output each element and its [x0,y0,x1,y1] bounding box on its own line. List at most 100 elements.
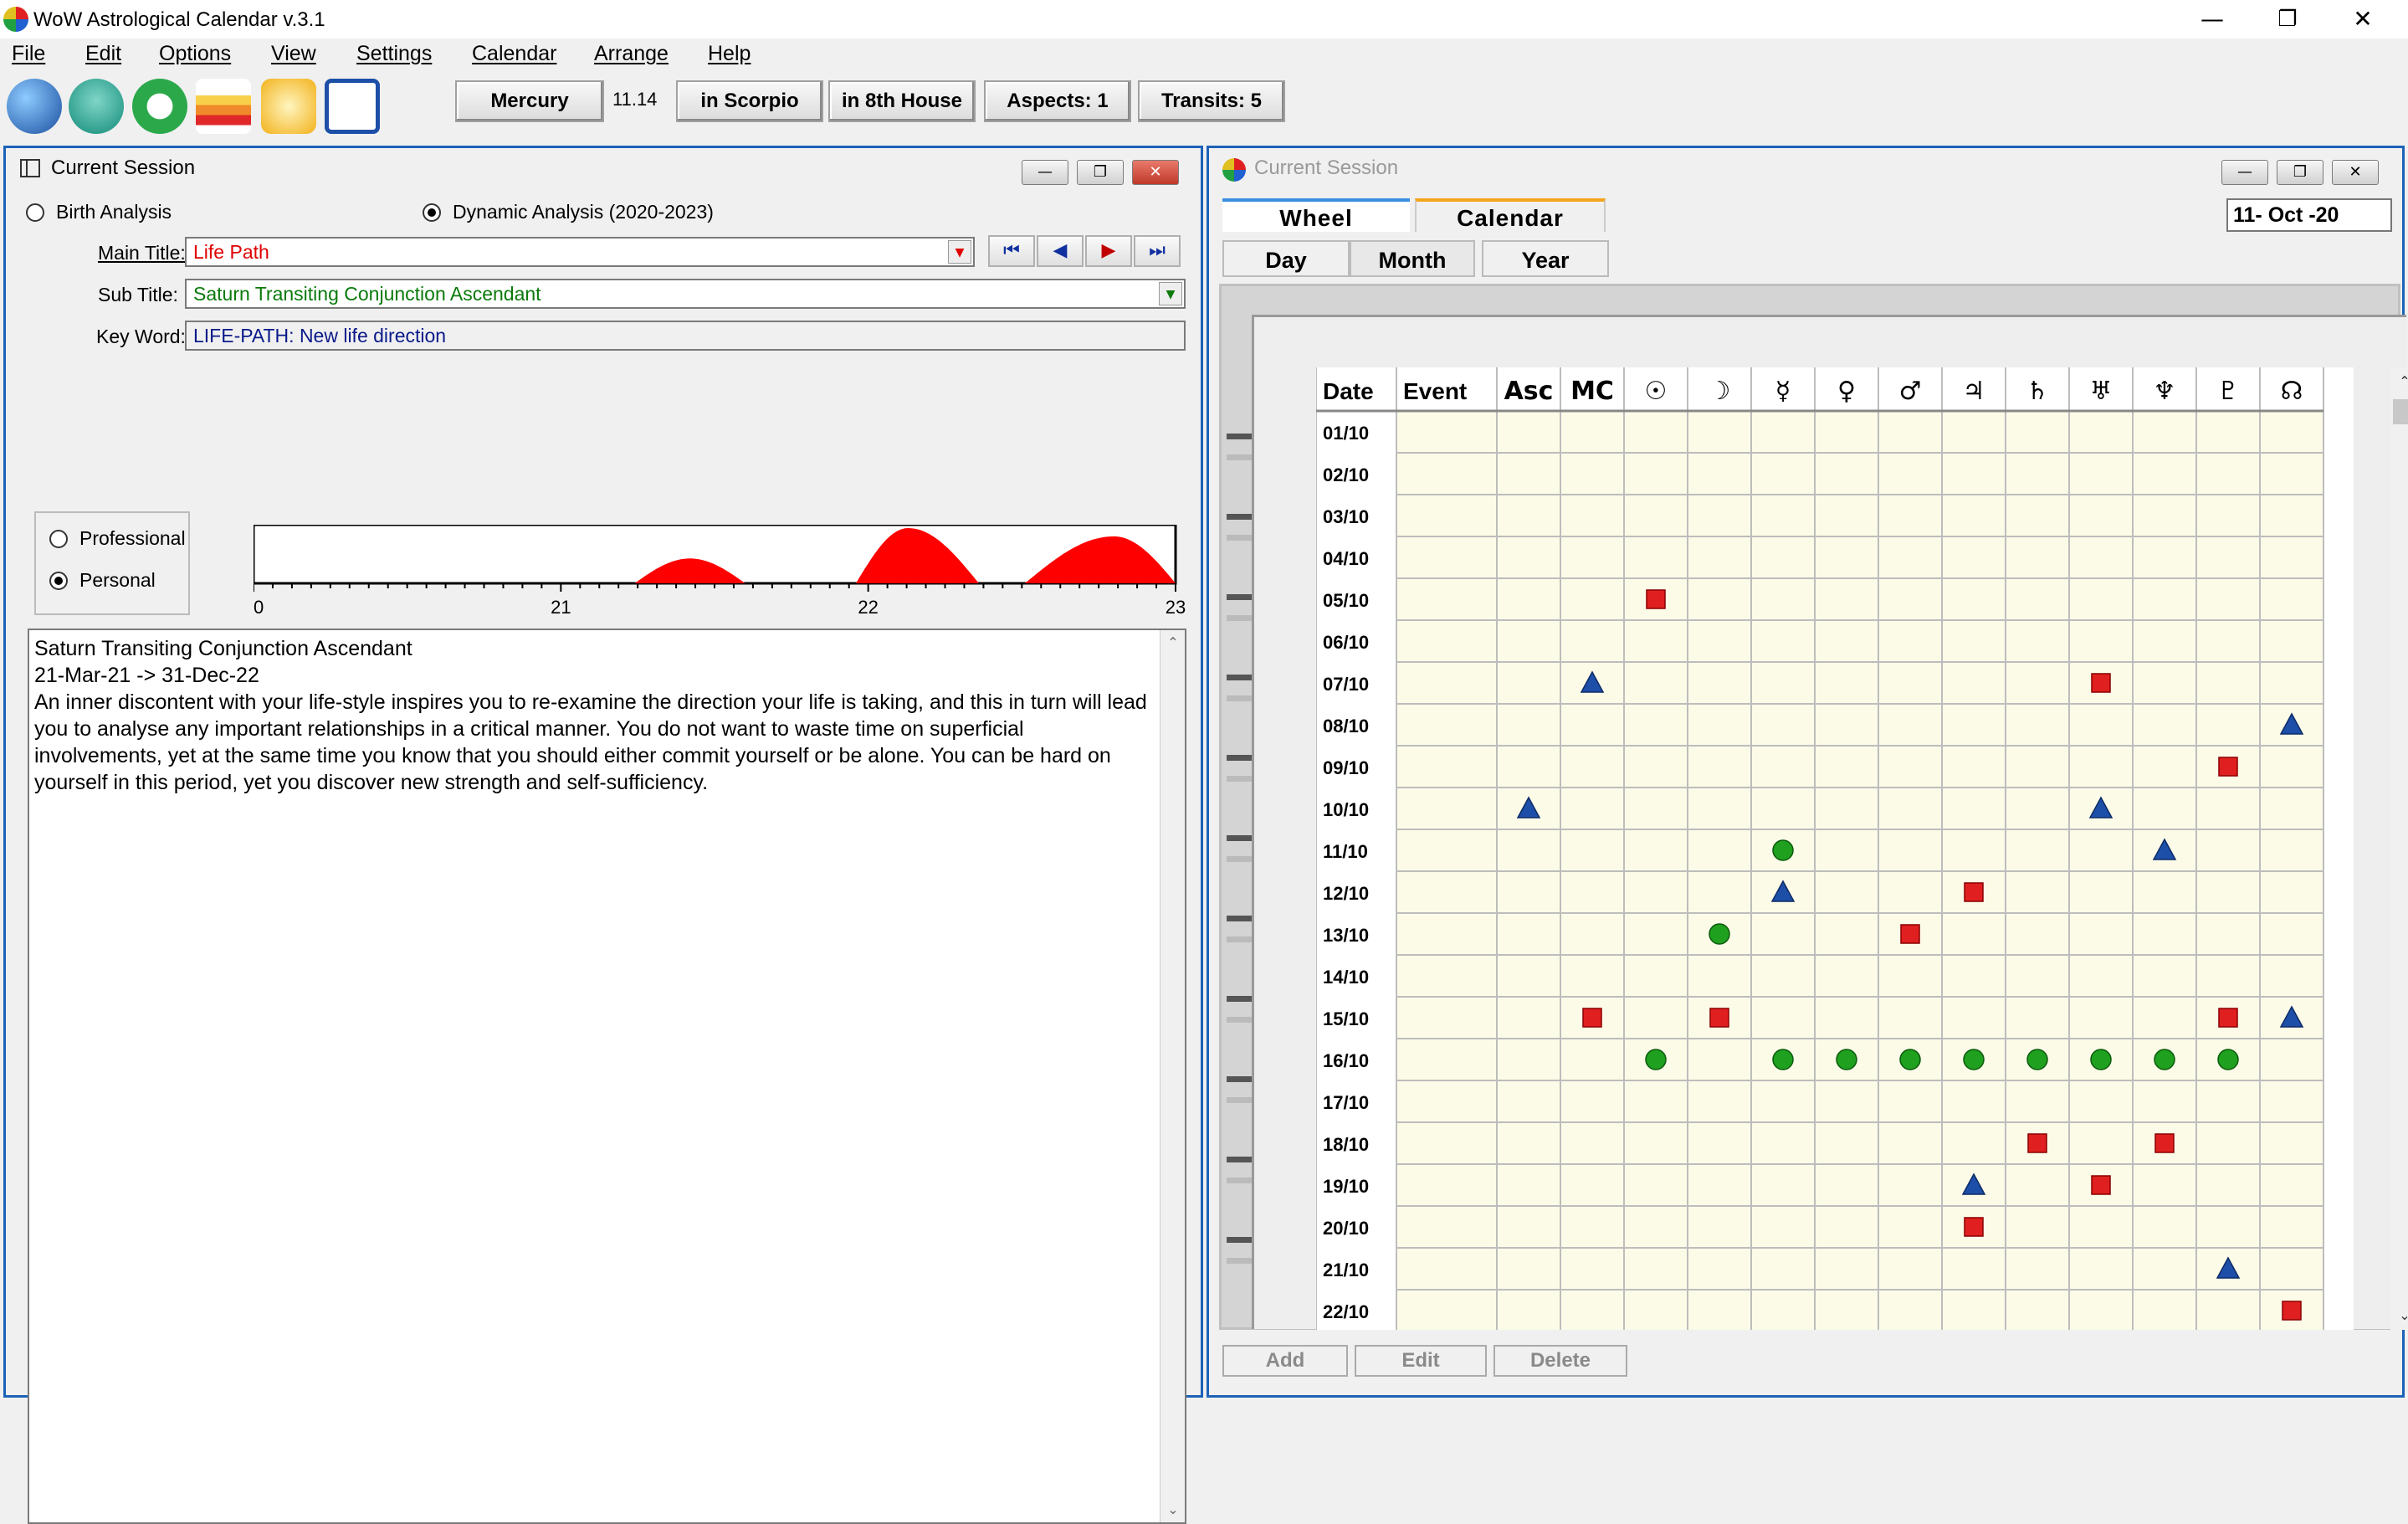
date-cell[interactable]: 05/10 [1323,590,1369,611]
left-restore-button[interactable]: ❐ [1077,160,1124,185]
date-cell[interactable]: 09/10 [1323,757,1369,778]
conjunction-aspect-icon[interactable] [1645,1049,1667,1070]
calendar-scrollbar[interactable]: ⌃ ⌄ [2390,367,2408,1330]
menu-settings[interactable]: Settings [356,42,432,66]
date-cell[interactable]: 13/10 [1323,925,1369,946]
edit-button[interactable]: Edit [1355,1345,1487,1377]
next-button[interactable]: ▶ [1085,235,1132,267]
close-button[interactable]: ✕ [2338,5,2388,33]
calendar-scroll-up-icon[interactable]: ⌃ [2392,369,2408,394]
left-minimize-button[interactable]: — [1022,160,1068,185]
house-button[interactable]: in 8th House [828,80,976,122]
date-cell[interactable]: 12/10 [1323,883,1369,904]
previous-button[interactable]: ◀ [1037,235,1084,267]
conjunction-aspect-icon[interactable] [1899,1049,1921,1070]
conjunction-aspect-icon[interactable] [1836,1049,1857,1070]
date-selector[interactable]: 11- Oct -20 ▼ [2226,198,2392,232]
date-cell[interactable]: 18/10 [1323,1134,1369,1155]
first-button[interactable]: ⏮ [988,235,1035,267]
square-aspect-icon[interactable] [1709,1008,1729,1028]
date-cell[interactable]: 11/10 [1323,841,1368,862]
right-restore-button[interactable]: ❐ [2277,160,2323,185]
menu-edit[interactable]: Edit [85,42,121,66]
conjunction-aspect-icon[interactable] [2154,1049,2175,1070]
tab-day[interactable]: Day [1222,240,1350,277]
planet-icon[interactable] [7,79,62,134]
description-scrollbar[interactable]: ⌃ ⌄ [1160,630,1185,1522]
last-button[interactable]: ⏭ [1134,235,1181,267]
sub-title-field[interactable]: Saturn Transiting Conjunction Ascendant … [185,279,1186,309]
conjunction-aspect-icon[interactable] [1963,1049,1985,1070]
date-cell[interactable]: 21/10 [1323,1260,1369,1280]
tab-year[interactable]: Year [1482,240,1609,277]
minimize-button[interactable]: — [2187,5,2237,33]
main-title-field[interactable]: Life Path ▼ [185,237,975,267]
date-cell[interactable]: 06/10 [1323,632,1369,653]
rainbow-icon[interactable] [196,79,251,134]
right-close-button[interactable]: ✕ [2332,160,2379,185]
square-aspect-icon[interactable] [1582,1008,1602,1028]
date-cell[interactable]: 20/10 [1323,1218,1369,1239]
calendar-scroll-thumb[interactable] [2393,399,2408,424]
right-minimize-button[interactable]: — [2221,160,2268,185]
square-aspect-icon[interactable] [2091,673,2111,693]
date-cell[interactable]: 07/10 [1323,674,1369,695]
square-aspect-icon[interactable] [1900,924,1920,944]
date-cell[interactable]: 16/10 [1323,1050,1369,1071]
square-aspect-icon[interactable] [2218,1008,2238,1028]
calendar-scroll-down-icon[interactable]: ⌄ [2392,1303,2408,1328]
date-cell[interactable]: 04/10 [1323,548,1369,569]
date-cell[interactable]: 22/10 [1323,1301,1369,1322]
menu-file[interactable]: File [12,42,45,66]
scroll-down-icon[interactable]: ⌄ [1160,1497,1186,1522]
scroll-icon[interactable] [261,79,316,134]
date-cell[interactable]: 03/10 [1323,506,1369,527]
birth-analysis-radio[interactable] [26,203,44,222]
people-icon[interactable] [69,79,124,134]
date-cell[interactable]: 17/10 [1323,1092,1369,1113]
date-cell[interactable]: 01/10 [1323,423,1369,444]
conjunction-aspect-icon[interactable] [1772,839,1794,861]
conjunction-aspect-icon[interactable] [1709,923,1730,945]
scroll-up-icon[interactable]: ⌃ [1160,630,1186,655]
left-close-button[interactable]: ✕ [1132,160,1179,185]
transits-button[interactable]: Transits: 5 [1138,80,1285,122]
planet-button[interactable]: Mercury [455,80,604,122]
menu-view[interactable]: View [271,42,316,66]
dynamic-analysis-radio[interactable] [423,203,441,222]
date-cell[interactable]: 08/10 [1323,716,1369,736]
square-aspect-icon[interactable] [2218,757,2238,777]
description-text-area[interactable]: Saturn Transiting Conjunction Ascendant … [28,629,1186,1524]
square-aspect-icon[interactable] [2282,1301,2302,1321]
date-cell[interactable]: 19/10 [1323,1176,1369,1197]
calendar-icon[interactable] [325,79,380,134]
tab-month[interactable]: Month [1350,240,1475,277]
add-button[interactable]: Add [1222,1345,1348,1377]
square-aspect-icon[interactable] [2027,1133,2047,1153]
main-title-dropdown-icon[interactable]: ▼ [948,240,971,264]
date-cell[interactable]: 15/10 [1323,1008,1369,1029]
delete-button[interactable]: Delete [1493,1345,1627,1377]
sign-button[interactable]: in Scorpio [676,80,823,122]
date-cell[interactable]: 02/10 [1323,464,1369,485]
conjunction-aspect-icon[interactable] [1772,1049,1794,1070]
square-aspect-icon[interactable] [2154,1133,2175,1153]
conjunction-aspect-icon[interactable] [2217,1049,2239,1070]
square-aspect-icon[interactable] [2091,1175,2111,1195]
sub-title-dropdown-icon[interactable]: ▼ [1159,282,1182,305]
square-aspect-icon[interactable] [1964,882,1984,902]
menu-arrange[interactable]: Arrange [594,42,669,66]
menu-help[interactable]: Help [708,42,751,66]
menu-calendar[interactable]: Calendar [472,42,556,66]
tab-calendar[interactable]: Calendar [1415,198,1606,232]
restore-button[interactable]: ❐ [2262,5,2313,33]
personal-radio[interactable] [49,572,68,590]
date-cell[interactable]: 10/10 [1323,799,1369,820]
aspects-button[interactable]: Aspects: 1 [984,80,1131,122]
date-cell[interactable]: 14/10 [1323,967,1369,988]
clock-icon[interactable] [132,79,187,134]
square-aspect-icon[interactable] [1964,1217,1984,1237]
menu-options[interactable]: Options [159,42,231,66]
conjunction-aspect-icon[interactable] [2090,1049,2112,1070]
square-aspect-icon[interactable] [1646,589,1666,609]
